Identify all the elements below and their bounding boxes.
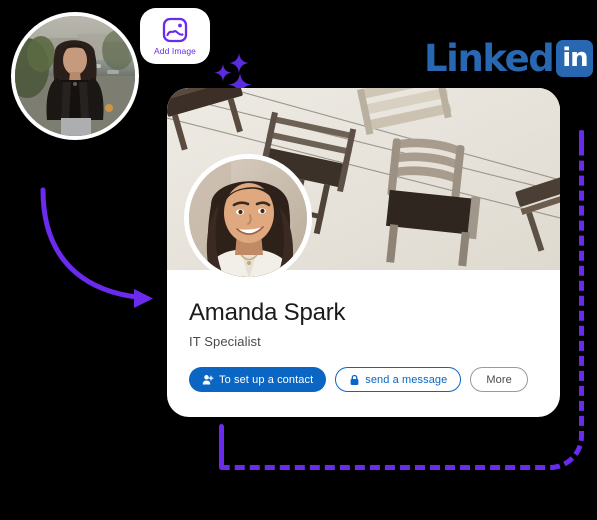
profile-avatar[interactable] (184, 154, 312, 282)
lock-icon (349, 374, 360, 386)
linkedin-logo: Linked in (424, 37, 594, 80)
source-photo-image (15, 16, 135, 136)
profile-headline: IT Specialist (189, 334, 261, 350)
linkedin-wordmark: Linked (424, 37, 555, 80)
curved-arrow-icon (40, 187, 153, 308)
profile-details: Amanda Spark IT Specialist To set up a c… (167, 270, 560, 393)
linkedin-badge-text: in (562, 42, 588, 73)
add-image-label: Add Image (153, 45, 196, 56)
more-label: More (486, 373, 512, 386)
send-message-label: send a message (365, 373, 448, 386)
image-icon (162, 17, 188, 42)
profile-action-row: To set up a contact send a message More (189, 367, 538, 393)
source-photo-avatar[interactable] (11, 12, 139, 140)
screenshot-stage: Add Image Linked in Amanda Spark IT Spec… (0, 0, 597, 520)
linkedin-profile-card: Amanda Spark IT Specialist To set up a c… (167, 88, 560, 417)
linkedin-badge: in (556, 40, 594, 77)
profile-avatar-image (189, 159, 307, 277)
person-add-icon (202, 374, 214, 386)
send-message-button[interactable]: send a message (335, 367, 462, 393)
set-up-contact-button[interactable]: To set up a contact (189, 367, 327, 393)
dashed-frame-top-stub (579, 130, 584, 152)
dashed-frame-left-stub (219, 424, 224, 470)
set-up-contact-label: To set up a contact (219, 373, 314, 386)
profile-name: Amanda Spark (189, 299, 346, 326)
more-button[interactable]: More (470, 367, 528, 393)
add-image-button[interactable]: Add Image (140, 8, 210, 64)
